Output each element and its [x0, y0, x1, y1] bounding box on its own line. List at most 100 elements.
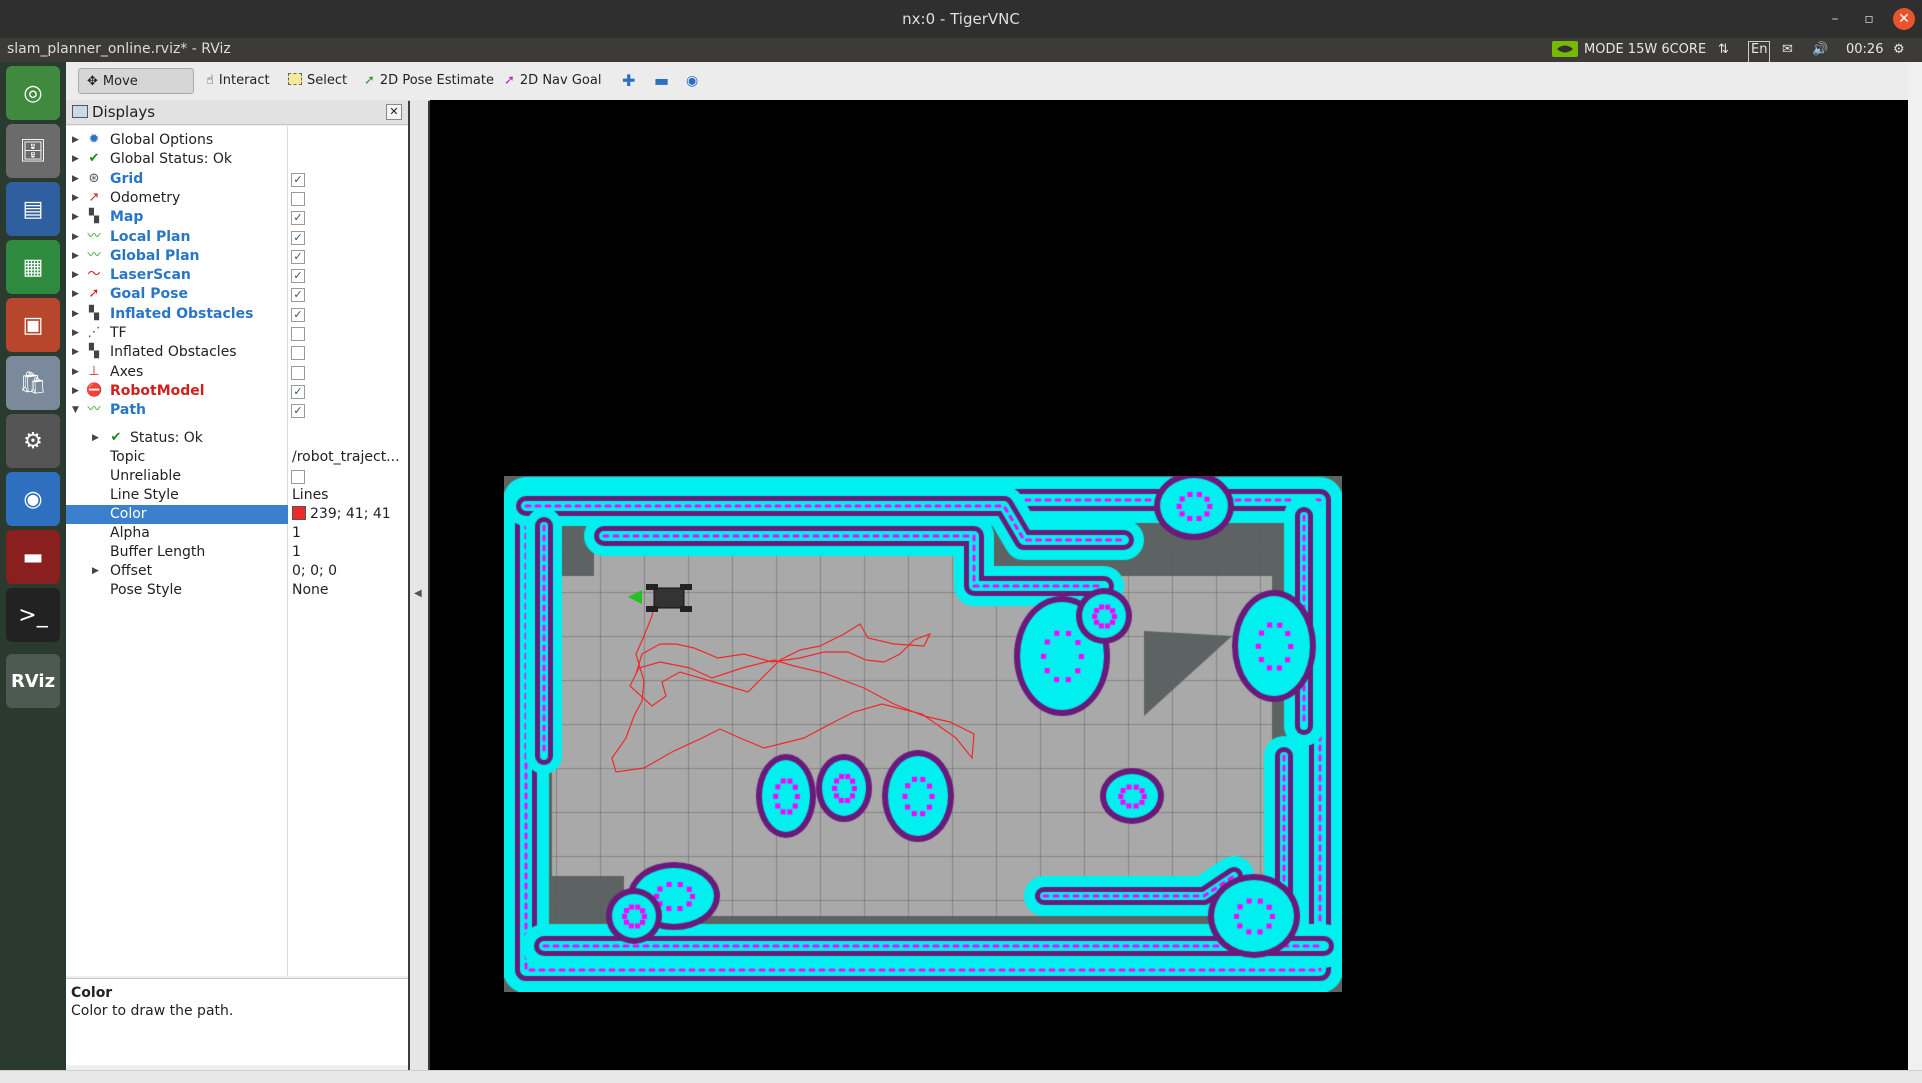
color-row[interactable]: Color 239; 41; 41 [66, 505, 408, 524]
expand-arrow-icon[interactable]: ▶ [72, 131, 82, 150]
display-row-goal-pose[interactable]: ▶ ➚ Goal Pose ✓ [66, 285, 408, 304]
display-row-laserscan[interactable]: ▶ 〜 LaserScan ✓ [66, 266, 408, 285]
collapse-arrow-icon[interactable]: ◀ [414, 588, 422, 599]
pose-estimate-button[interactable]: ➚ 2D Pose Estimate [356, 68, 502, 94]
display-row-grid[interactable]: ▶ ⊛ Grid ✓ [66, 170, 408, 189]
expand-arrow-icon[interactable]: ▶ [72, 382, 82, 401]
chromium-icon[interactable]: ◉ [6, 472, 60, 526]
expand-arrow-icon[interactable]: ▶ [72, 170, 82, 189]
display-label: TF [110, 325, 127, 341]
display-row-map[interactable]: ▶ ▚ Map ✓ [66, 208, 408, 227]
alpha-row[interactable]: Alpha 1 [66, 524, 408, 543]
enable-checkbox[interactable] [291, 327, 305, 341]
display-row-odometry[interactable]: ▶ ↗ Odometry [66, 189, 408, 208]
expand-arrow-icon[interactable]: ▶ [92, 562, 102, 581]
enable-checkbox[interactable]: ✓ [291, 404, 305, 419]
calc-icon[interactable]: ▦ [6, 240, 60, 294]
enable-checkbox[interactable]: ✓ [291, 172, 305, 187]
power-mode-label[interactable]: MODE 15W 6CORE [1584, 40, 1706, 60]
line-style-value[interactable]: Lines [288, 486, 408, 505]
display-row-global-options[interactable]: ▶ ✹ Global Options [66, 131, 408, 150]
files-icon[interactable]: 🗄 [6, 124, 60, 178]
display-row-path[interactable]: ▼ 〰 Path ✓ [66, 401, 408, 420]
interact-button[interactable]: ☝ Interact [198, 68, 278, 94]
expand-arrow-icon[interactable]: ▶ [72, 343, 82, 362]
tool-properties-icon[interactable]: ◉ [678, 68, 706, 94]
unreliable-checkbox[interactable] [291, 470, 305, 484]
remove-tool-icon[interactable]: ▬ [646, 68, 677, 94]
display-row-local-plan[interactable]: ▶ 〰 Local Plan ✓ [66, 228, 408, 247]
enable-checkbox[interactable]: ✓ [291, 211, 305, 226]
expand-arrow-icon[interactable]: ▶ [72, 363, 82, 382]
line-style-row[interactable]: Line Style Lines [66, 486, 408, 505]
pose-style-row[interactable]: Pose Style None [66, 581, 408, 600]
expand-arrow-icon[interactable]: ▶ [92, 429, 102, 448]
display-row-global-plan[interactable]: ▶ 〰 Global Plan ✓ [66, 247, 408, 266]
rviz-icon[interactable]: RViz [6, 654, 60, 708]
display-row-axes[interactable]: ▶ ⊥ Axes [66, 363, 408, 382]
offset-value[interactable]: 0; 0; 0 [288, 562, 408, 581]
offset-row[interactable]: ▶ Offset 0; 0; 0 [66, 562, 408, 581]
nav-goal-button[interactable]: ➚ 2D Nav Goal [496, 68, 609, 94]
impress-icon[interactable]: ▣ [6, 298, 60, 352]
expand-arrow-icon[interactable]: ▶ [72, 266, 82, 285]
unreliable-row[interactable]: Unreliable [66, 467, 408, 486]
horizontal-scrollbar[interactable] [0, 1070, 1922, 1083]
color-value-cell[interactable]: 239; 41; 41 [288, 505, 408, 524]
volume-icon[interactable]: 🔊 [1812, 40, 1828, 60]
minimize-button[interactable]: – [1824, 8, 1846, 30]
expand-arrow-icon[interactable]: ▶ [72, 305, 82, 324]
path-status-row[interactable]: ▶ ✔ Status: Ok [66, 429, 408, 448]
panel-close-button[interactable]: ✕ [386, 104, 402, 120]
display-row-inflated-obstacles[interactable]: ▶ ▚ Inflated Obstacles [66, 343, 408, 362]
color-swatch[interactable] [292, 506, 306, 520]
software-center-icon[interactable]: 🛍 [6, 356, 60, 410]
enable-checkbox[interactable]: ✓ [291, 269, 305, 284]
app-icon[interactable]: ▬ [6, 530, 60, 584]
mail-icon[interactable]: ✉ [1782, 40, 1793, 60]
alpha-value[interactable]: 1 [288, 524, 408, 543]
display-row-inflated-obstacles[interactable]: ▶ ▚ Inflated Obstacles ✓ [66, 305, 408, 324]
network-icon[interactable]: ⇅ [1718, 40, 1729, 60]
close-button[interactable]: ✕ [1893, 8, 1915, 30]
expand-arrow-icon[interactable]: ▼ [72, 401, 82, 420]
buffer-length-value[interactable]: 1 [288, 543, 408, 562]
expand-arrow-icon[interactable]: ▶ [72, 189, 82, 208]
enable-checkbox[interactable]: ✓ [291, 307, 305, 322]
panel-splitter[interactable]: ◀ [410, 100, 428, 1070]
enable-checkbox[interactable]: ✓ [291, 249, 305, 264]
display-row-tf[interactable]: ▶ ⋰ TF [66, 324, 408, 343]
enable-checkbox[interactable] [291, 346, 305, 361]
expand-arrow-icon[interactable]: ▶ [72, 324, 82, 343]
expand-arrow-icon[interactable]: ▶ [72, 150, 82, 169]
enable-checkbox[interactable] [291, 191, 305, 206]
terminal-icon[interactable]: >_ [6, 588, 60, 642]
render-view[interactable] [430, 100, 1908, 1070]
expand-arrow-icon[interactable]: ▶ [72, 208, 82, 227]
display-row-robotmodel[interactable]: ▶ ⛔ RobotModel ✓ [66, 382, 408, 401]
writer-icon[interactable]: ▤ [6, 182, 60, 236]
ubuntu-dash-icon[interactable]: ◎ [6, 66, 60, 120]
buffer-length-row[interactable]: Buffer Length 1 [66, 543, 408, 562]
nvidia-icon[interactable] [1552, 40, 1578, 60]
move-camera-button[interactable]: ✥Move Camera [78, 68, 194, 115]
keyboard-layout[interactable]: En [1748, 41, 1771, 63]
expand-arrow-icon[interactable]: ▶ [72, 247, 82, 266]
enable-checkbox[interactable] [291, 365, 305, 380]
system-settings-icon[interactable]: ⚙ [6, 414, 60, 468]
restore-button[interactable]: ▫ [1858, 8, 1880, 30]
clock[interactable]: 00:26 [1846, 40, 1883, 60]
display-row-global-status-ok[interactable]: ▶ ✔ Global Status: Ok [66, 150, 408, 169]
enable-checkbox[interactable]: ✓ [291, 384, 305, 399]
pose-style-value[interactable]: None [288, 581, 408, 600]
expand-arrow-icon[interactable]: ▶ [72, 228, 82, 247]
topic-value[interactable]: /robot_traject... [288, 448, 408, 467]
expand-arrow-icon[interactable]: ▶ [72, 285, 82, 304]
robot-wheel [680, 584, 692, 590]
add-tool-icon[interactable]: ✚ [614, 68, 643, 94]
settings-gear-icon[interactable]: ⚙ [1893, 40, 1905, 60]
enable-checkbox[interactable]: ✓ [291, 288, 305, 303]
topic-row[interactable]: Topic /robot_traject... [66, 448, 408, 467]
select-button[interactable]: Select [280, 68, 355, 94]
enable-checkbox[interactable]: ✓ [291, 230, 305, 245]
